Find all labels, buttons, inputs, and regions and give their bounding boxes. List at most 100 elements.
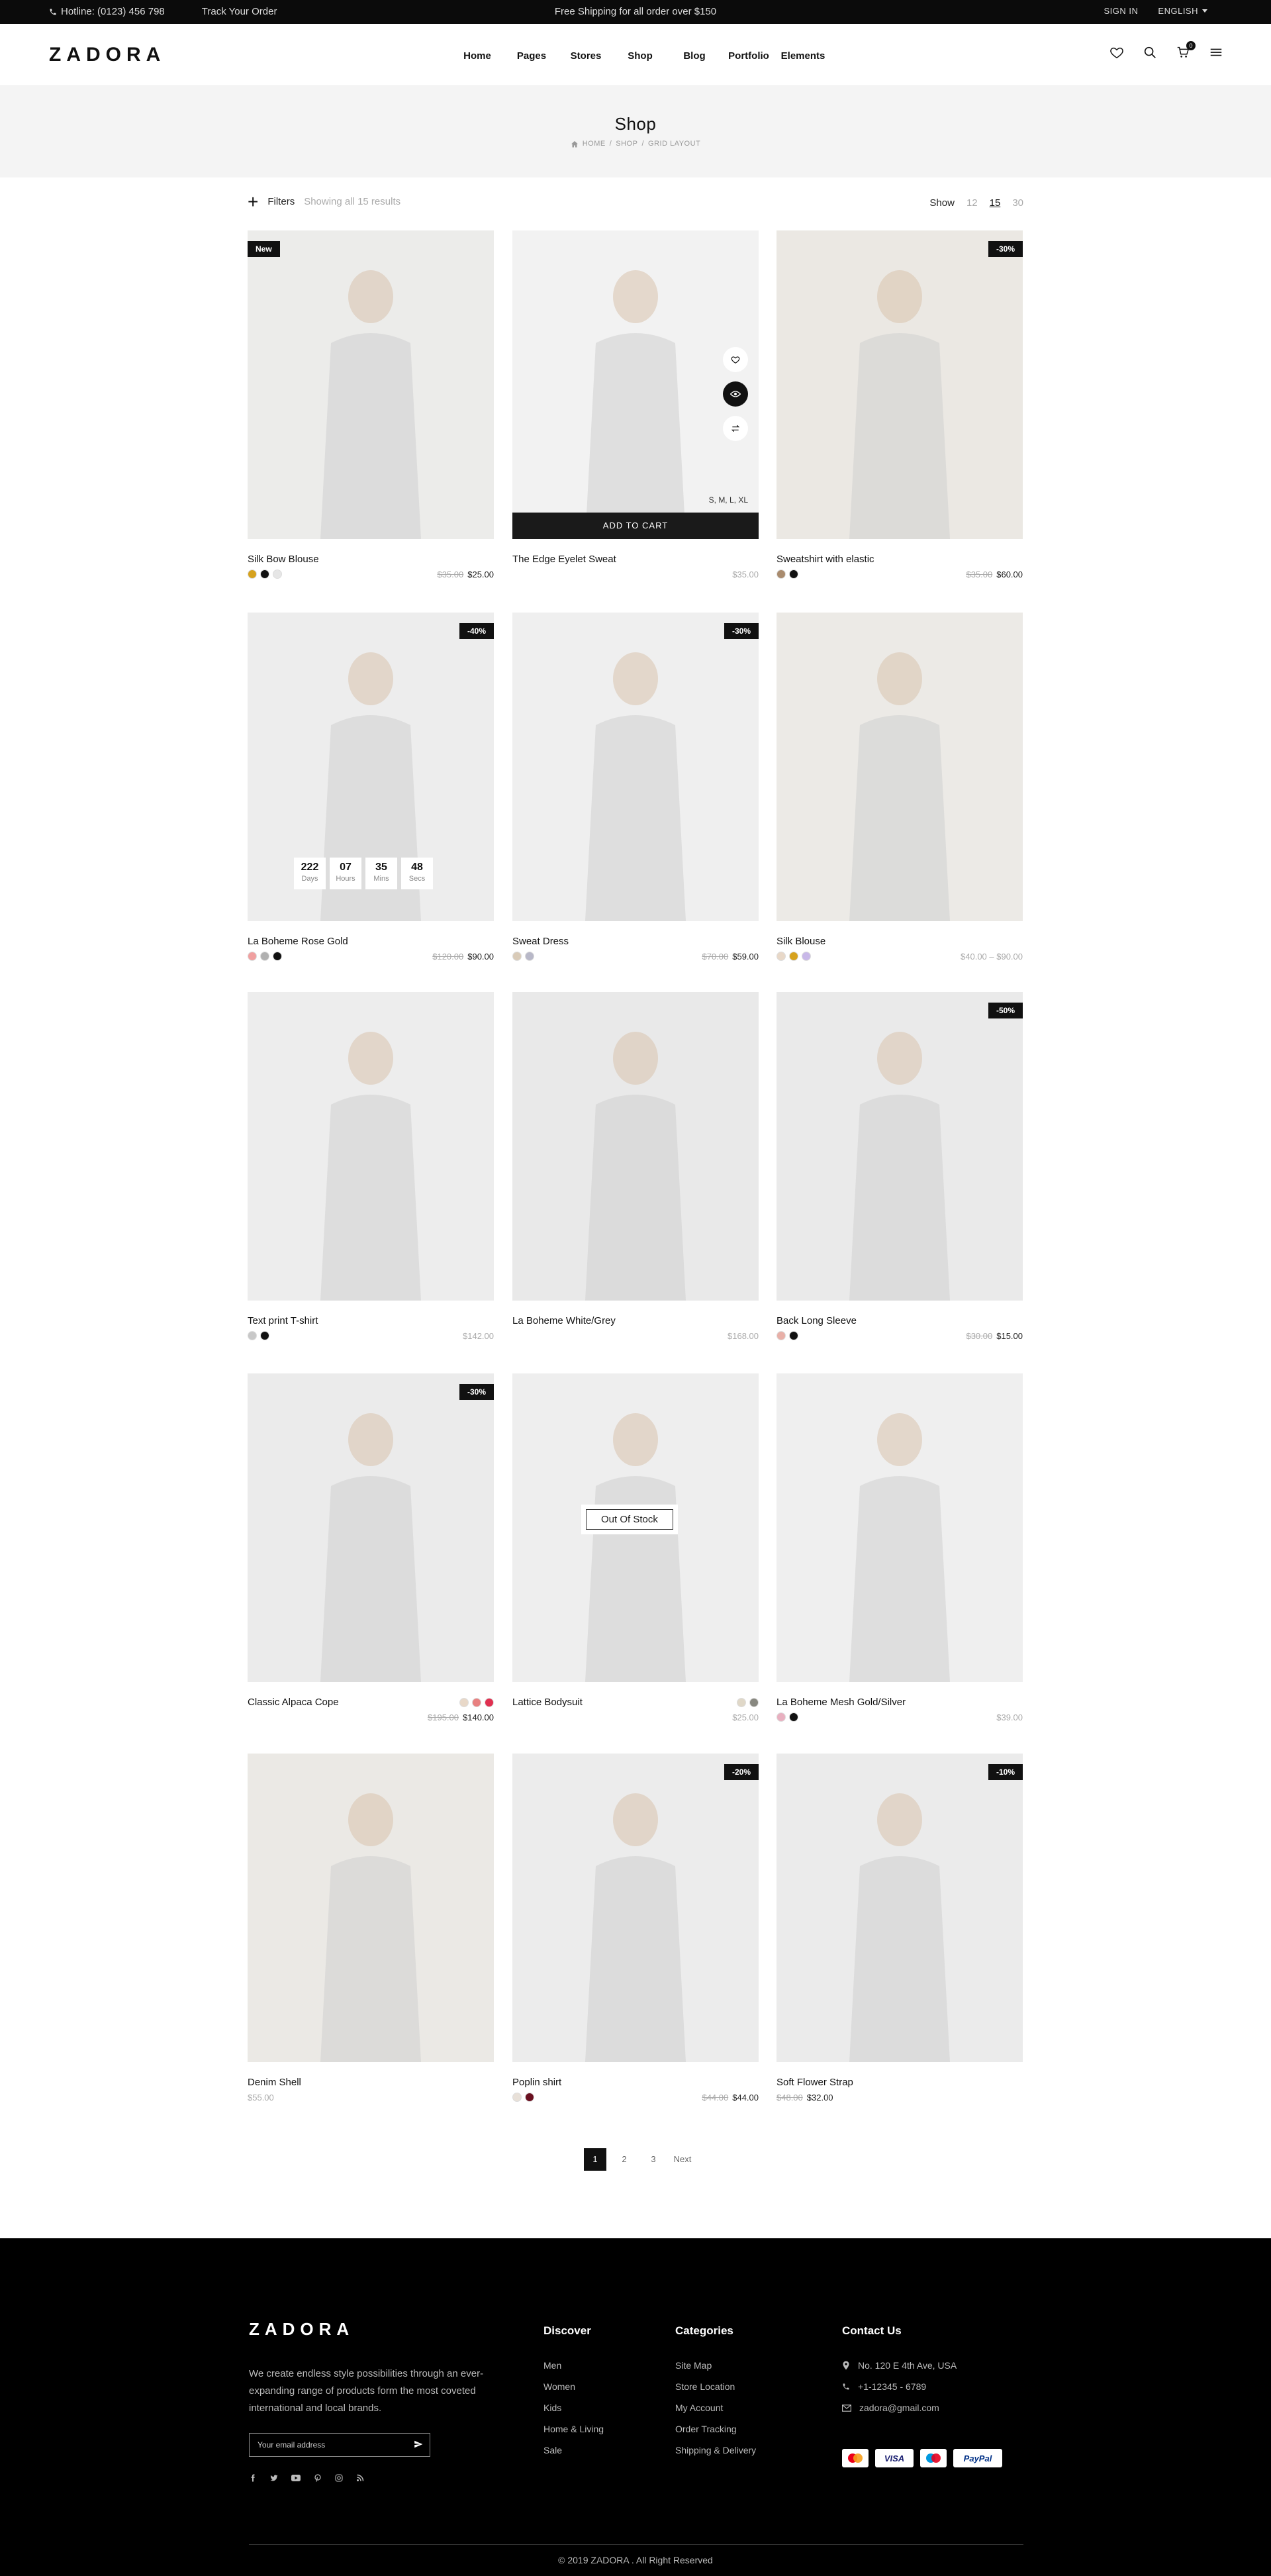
product-card[interactable]: Denim Shell $55.00 [248,1754,494,2111]
nav-pages[interactable]: Pages [504,50,559,62]
footer-logo[interactable]: ZADORA [249,2319,354,2340]
color-swatch[interactable] [248,952,257,961]
product-image[interactable]: -40% 222 Days 07 Hours 35 Mins 48 Secs [248,613,494,921]
sign-in-link[interactable]: SIGN IN [1104,6,1139,16]
product-name[interactable]: Silk Bow Blouse [248,554,319,565]
product-name[interactable]: La Boheme White/Grey [512,1315,616,1326]
color-swatch[interactable] [789,952,798,961]
filters-toggle[interactable]: Filters [267,196,295,207]
contact-email[interactable]: zadora@gmail.com [842,2403,957,2413]
menu-icon[interactable] [1209,45,1225,61]
product-image[interactable] [248,1754,494,2062]
footer-link-shipping[interactable]: Shipping & Delivery [675,2445,756,2455]
add-to-wishlist-button[interactable] [723,347,748,372]
nav-shop[interactable]: Shop [613,50,667,62]
product-image[interactable] [248,992,494,1301]
page-3[interactable]: 3 [642,2148,665,2171]
product-name[interactable]: La Boheme Rose Gold [248,936,348,947]
product-name[interactable]: Back Long Sleeve [777,1315,857,1326]
product-image[interactable]: Out Of Stock [512,1373,759,1682]
logo[interactable]: ZADORA [49,44,165,66]
contact-phone[interactable]: +1-12345 - 6789 [842,2381,957,2392]
product-name[interactable]: Poplin shirt [512,2077,561,2088]
product-card[interactable]: -30% Sweatshirt with elastic $35.00 $60.00 [777,230,1023,588]
footer-link-my-account[interactable]: My Account [675,2403,756,2413]
color-swatch[interactable] [802,952,811,961]
product-card[interactable]: S, M, L, XL ADD TO CART The Edge Eyelet Sw… [512,230,759,588]
color-swatch[interactable] [777,1712,786,1722]
product-name[interactable]: Denim Shell [248,2077,301,2088]
add-to-cart-button[interactable]: ADD TO CART [512,513,759,539]
color-swatch[interactable] [789,570,798,579]
color-swatch[interactable] [512,2093,522,2102]
page-2[interactable]: 2 [613,2148,636,2171]
show-option-30[interactable]: 30 [1012,197,1023,209]
footer-link-sale[interactable]: Sale [543,2445,604,2455]
footer-link-order-tracking[interactable]: Order Tracking [675,2424,756,2434]
color-swatch[interactable] [777,1331,786,1340]
product-image[interactable]: -30% [777,230,1023,539]
product-name[interactable]: La Boheme Mesh Gold/Silver [777,1697,906,1708]
footer-link-kids[interactable]: Kids [543,2403,604,2413]
color-swatch[interactable] [485,1698,494,1707]
cart-icon[interactable]: 0 [1176,41,1196,61]
color-swatch[interactable] [260,952,269,961]
pinterest-icon[interactable] [314,2474,322,2482]
facebook-icon[interactable] [249,2474,257,2482]
color-swatch[interactable] [512,952,522,961]
product-card[interactable]: Text print T-shirt $142.00 [248,992,494,1350]
product-name[interactable]: Sweatshirt with elastic [777,554,874,565]
show-option-12[interactable]: 12 [966,197,978,209]
rss-icon[interactable] [356,2474,364,2482]
product-card[interactable]: La Boheme White/Grey $168.00 [512,992,759,1350]
color-swatch[interactable] [777,570,786,579]
product-name[interactable]: Soft Flower Strap [777,2077,853,2088]
next-page[interactable]: Next [671,2148,694,2171]
footer-link-women[interactable]: Women [543,2381,604,2392]
nav-elements[interactable]: Elements [776,50,830,62]
footer-link-men[interactable]: Men [543,2360,604,2371]
compare-button[interactable] [723,416,748,441]
footer-link-store-location[interactable]: Store Location [675,2381,756,2392]
quick-view-button[interactable] [723,381,748,407]
color-swatch[interactable] [777,952,786,961]
product-image[interactable]: -20% [512,1754,759,2062]
color-swatch[interactable] [260,570,269,579]
breadcrumb-shop[interactable]: SHOP [616,140,637,148]
footer-link-site-map[interactable]: Site Map [675,2360,756,2371]
product-name[interactable]: Lattice Bodysuit [512,1697,583,1708]
product-image[interactable] [777,1373,1023,1682]
nav-home[interactable]: Home [450,50,504,62]
nav-portfolio[interactable]: Portfolio [722,50,776,62]
product-card[interactable]: -30% Sweat Dress $70.00 $59.00 [512,613,759,970]
product-image[interactable]: -30% [248,1373,494,1682]
product-card[interactable]: -20% Poplin shirt $44.00 $44.00 [512,1754,759,2111]
product-image[interactable] [512,992,759,1301]
color-swatch[interactable] [737,1698,746,1707]
product-name[interactable]: Silk Blouse [777,936,825,947]
product-card[interactable]: La Boheme Mesh Gold/Silver $39.00 [777,1373,1023,1731]
product-card[interactable]: New Silk Bow Blouse $35.00 $25.00 [248,230,494,588]
color-swatch[interactable] [459,1698,469,1707]
product-name[interactable]: Sweat Dress [512,936,569,947]
newsletter-input[interactable]: Your email address [249,2433,430,2457]
product-image[interactable]: -10% [777,1754,1023,2062]
product-image[interactable]: -50% [777,992,1023,1301]
color-swatch[interactable] [472,1698,481,1707]
product-image[interactable]: S, M, L, XL ADD TO CART [512,230,759,539]
product-card[interactable]: -40% 222 Days 07 Hours 35 Mins 48 Secs La Boheme … [248,613,494,970]
twitter-icon[interactable] [270,2474,278,2482]
nav-stores[interactable]: Stores [559,50,613,62]
color-swatch[interactable] [248,1331,257,1340]
product-card[interactable]: -30% Classic Alpaca Cope $195.00 $140.00 [248,1373,494,1731]
product-card[interactable]: -50% Back Long Sleeve $30.00 $15.00 [777,992,1023,1350]
nav-blog[interactable]: Blog [667,50,722,62]
product-card[interactable]: Silk Blouse $40.00 – $90.00 [777,613,1023,970]
color-swatch[interactable] [749,1698,759,1707]
product-name[interactable]: The Edge Eyelet Sweat [512,554,616,565]
product-name[interactable]: Classic Alpaca Cope [248,1697,339,1708]
breadcrumb-home[interactable]: HOME [583,140,606,148]
send-icon[interactable] [414,2440,423,2449]
color-swatch[interactable] [525,2093,534,2102]
wishlist-icon[interactable] [1109,45,1125,61]
